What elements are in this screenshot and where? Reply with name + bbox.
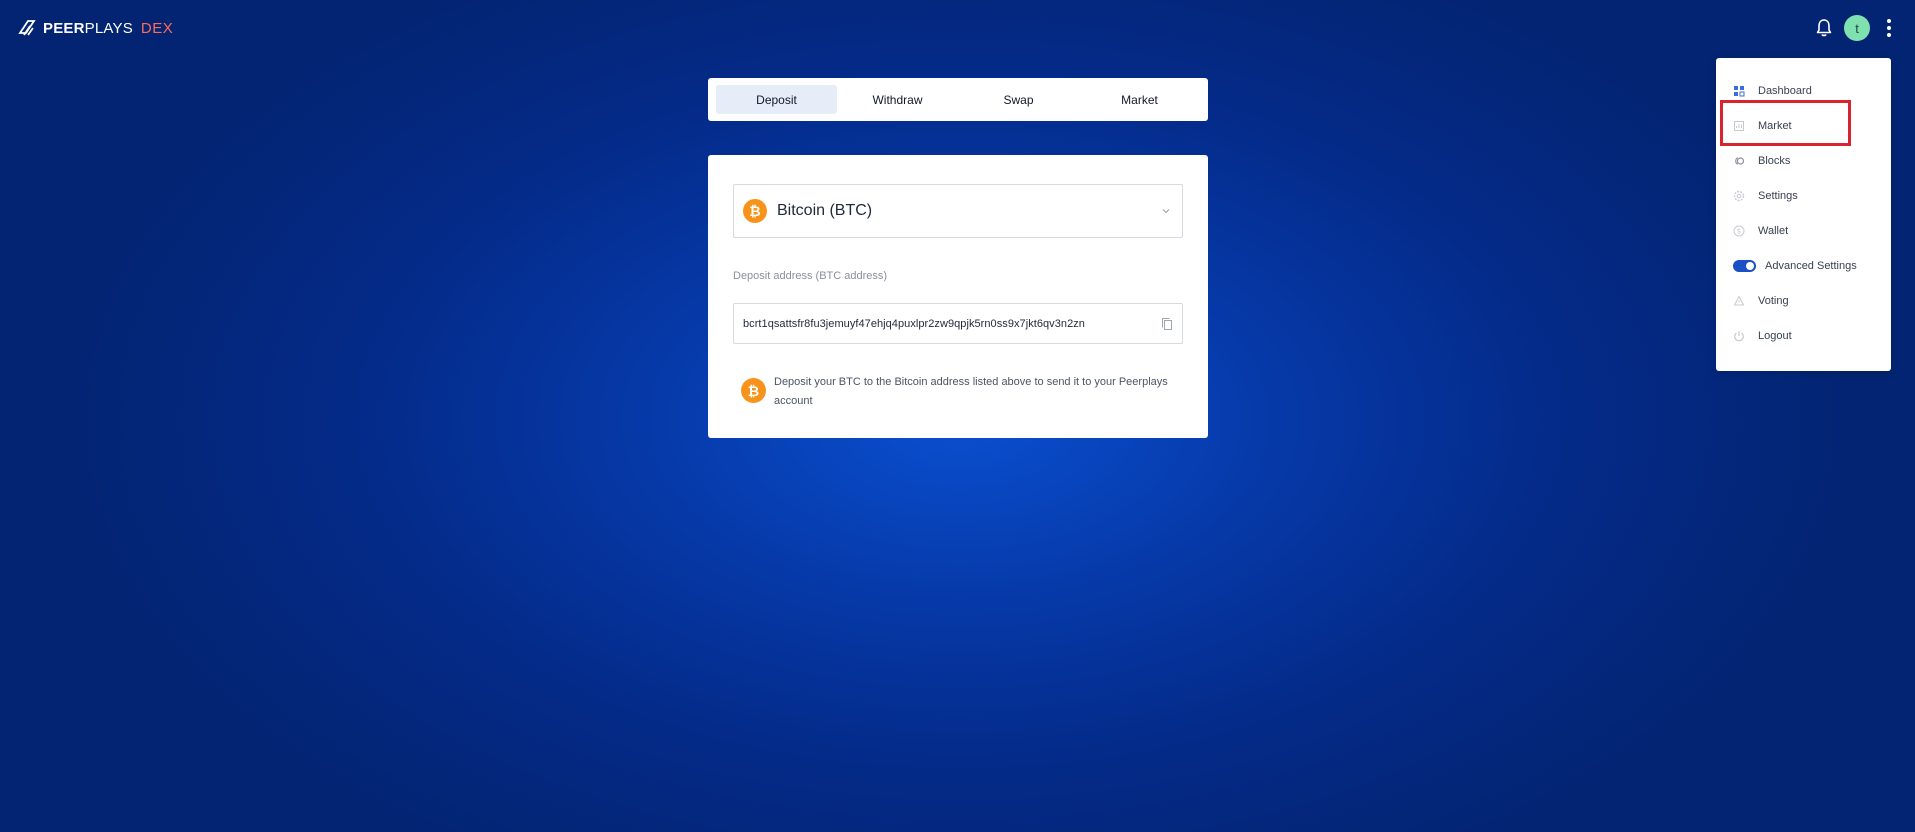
settings-icon (1733, 190, 1745, 202)
menu-item-label: Market (1758, 120, 1792, 132)
advanced-settings-toggle[interactable] (1733, 260, 1756, 272)
tab-deposit[interactable]: Deposit (716, 85, 837, 114)
asset-select[interactable]: ₿ Bitcoin (BTC) (733, 184, 1183, 238)
deposit-info-text: Deposit your BTC to the Bitcoin address … (774, 376, 1168, 407)
bitcoin-icon: ₿ (743, 199, 767, 223)
top-bar: PEERPLAYS DEX t (0, 0, 1915, 56)
tab-withdraw[interactable]: Withdraw (837, 85, 958, 114)
market-icon (1734, 121, 1744, 131)
menu-item-label: Dashboard (1758, 85, 1812, 97)
asset-select-value: Bitcoin (BTC) (777, 202, 873, 219)
blocks-icon (1735, 157, 1745, 165)
menu-item-label: Voting (1758, 295, 1789, 307)
voting-icon (1733, 295, 1745, 306)
deposit-address-field[interactable]: bcrt1qsattsfr8fu3jemuyf47ehjq4puxlpr2zw9… (733, 303, 1183, 344)
menu-item-label: Wallet (1758, 225, 1789, 237)
dashboard-icon (1734, 86, 1745, 97)
copy-icon[interactable] (1161, 317, 1173, 331)
notification-bell-icon[interactable] (1815, 18, 1833, 38)
svg-text:$: $ (1737, 228, 1741, 236)
more-options-icon[interactable] (1882, 16, 1896, 40)
menu-item-label: Settings (1758, 190, 1798, 202)
menu-item-wallet[interactable]: $ Wallet (1733, 221, 1788, 241)
tab-swap[interactable]: Swap (958, 85, 1079, 114)
tab-market[interactable]: Market (1079, 85, 1200, 114)
peerplays-logo-icon (18, 20, 36, 36)
brand-name: PEERPLAYS (43, 19, 133, 37)
menu-item-settings[interactable]: Settings (1733, 186, 1798, 206)
logout-icon (1734, 331, 1744, 342)
menu-item-advanced-settings[interactable]: Advanced Settings (1733, 256, 1857, 276)
menu-item-label: Advanced Settings (1765, 260, 1857, 272)
peerplays-logo[interactable]: PEERPLAYS DEX (17, 18, 173, 38)
menu-item-dashboard[interactable]: Dashboard (1733, 81, 1812, 101)
bitcoin-icon: ₿ (741, 378, 766, 403)
deposit-address-label: Deposit address (BTC address) (733, 270, 888, 282)
user-avatar[interactable]: t (1844, 15, 1870, 41)
menu-item-market[interactable]: Market (1733, 116, 1792, 136)
deposit-address-value[interactable]: bcrt1qsattsfr8fu3jemuyf47ehjq4puxlpr2zw9… (743, 318, 1085, 330)
deposit-info: ₿ Deposit your BTC to the Bitcoin addres… (741, 373, 1171, 411)
chevron-down-icon (1162, 209, 1170, 214)
menu-item-label: Logout (1758, 330, 1792, 342)
transaction-tabs: Deposit Withdraw Swap Market (708, 78, 1208, 121)
menu-item-logout[interactable]: Logout (1733, 326, 1792, 346)
wallet-icon: $ (1733, 225, 1745, 237)
menu-item-blocks[interactable]: Blocks (1733, 151, 1790, 171)
main-menu-dropdown: Dashboard Market Blocks Settings $ Walle… (1716, 58, 1891, 371)
deposit-card: ₿ Bitcoin (BTC) Deposit address (BTC add… (708, 155, 1208, 438)
brand-product: DEX (140, 19, 174, 37)
menu-item-voting[interactable]: Voting (1733, 291, 1789, 311)
menu-item-label: Blocks (1758, 155, 1791, 167)
